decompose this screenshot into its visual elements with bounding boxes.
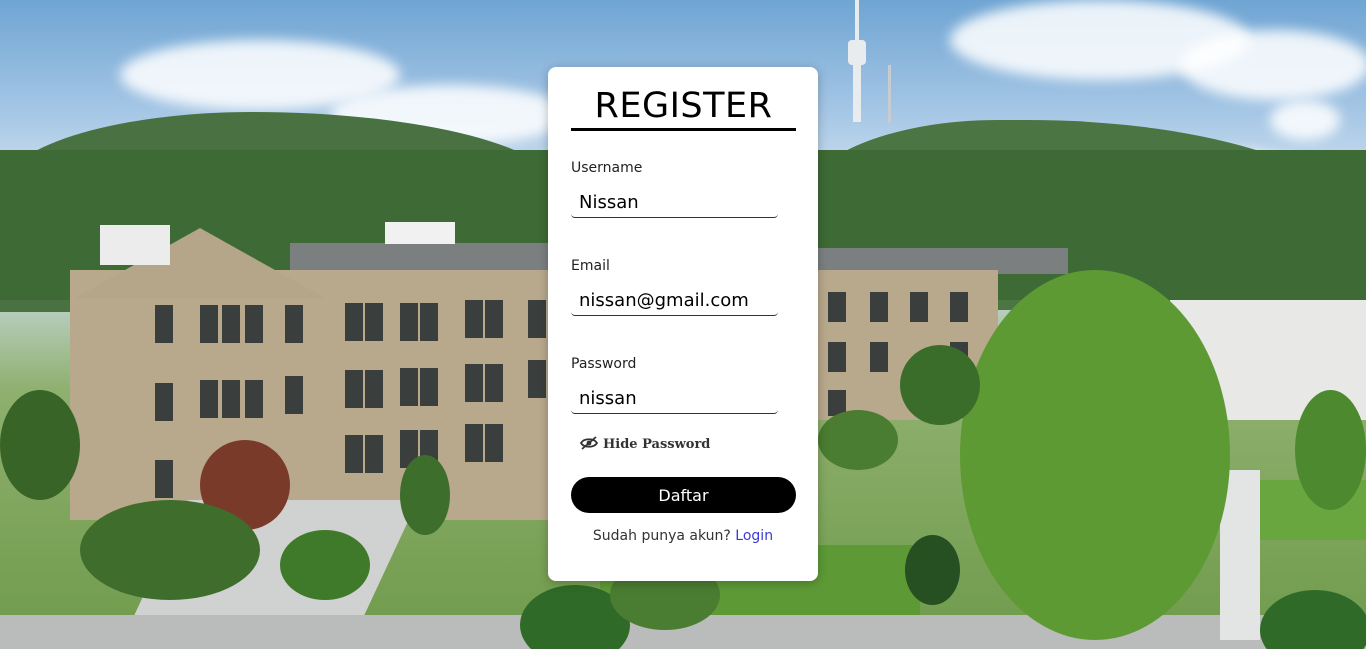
email-label: Email [571, 258, 610, 274]
hide-password-label: Hide Password [603, 437, 711, 452]
username-label: Username [571, 160, 643, 176]
password-field[interactable] [571, 384, 778, 414]
login-prompt: Sudah punya akun? Login [548, 528, 818, 544]
password-label: Password [571, 356, 637, 372]
hide-password-toggle[interactable]: Hide Password [579, 435, 711, 454]
page-title: REGISTER [594, 86, 773, 126]
login-link[interactable]: Login [735, 528, 773, 544]
title-underline [571, 128, 796, 131]
email-field[interactable] [571, 286, 778, 316]
login-prompt-text: Sudah punya akun? [592, 528, 731, 544]
register-card: REGISTER Username Email Password Hide Pa… [548, 67, 818, 581]
username-field[interactable] [571, 188, 778, 218]
eye-slash-icon [579, 435, 599, 454]
daftar-button[interactable]: Daftar [571, 477, 796, 513]
